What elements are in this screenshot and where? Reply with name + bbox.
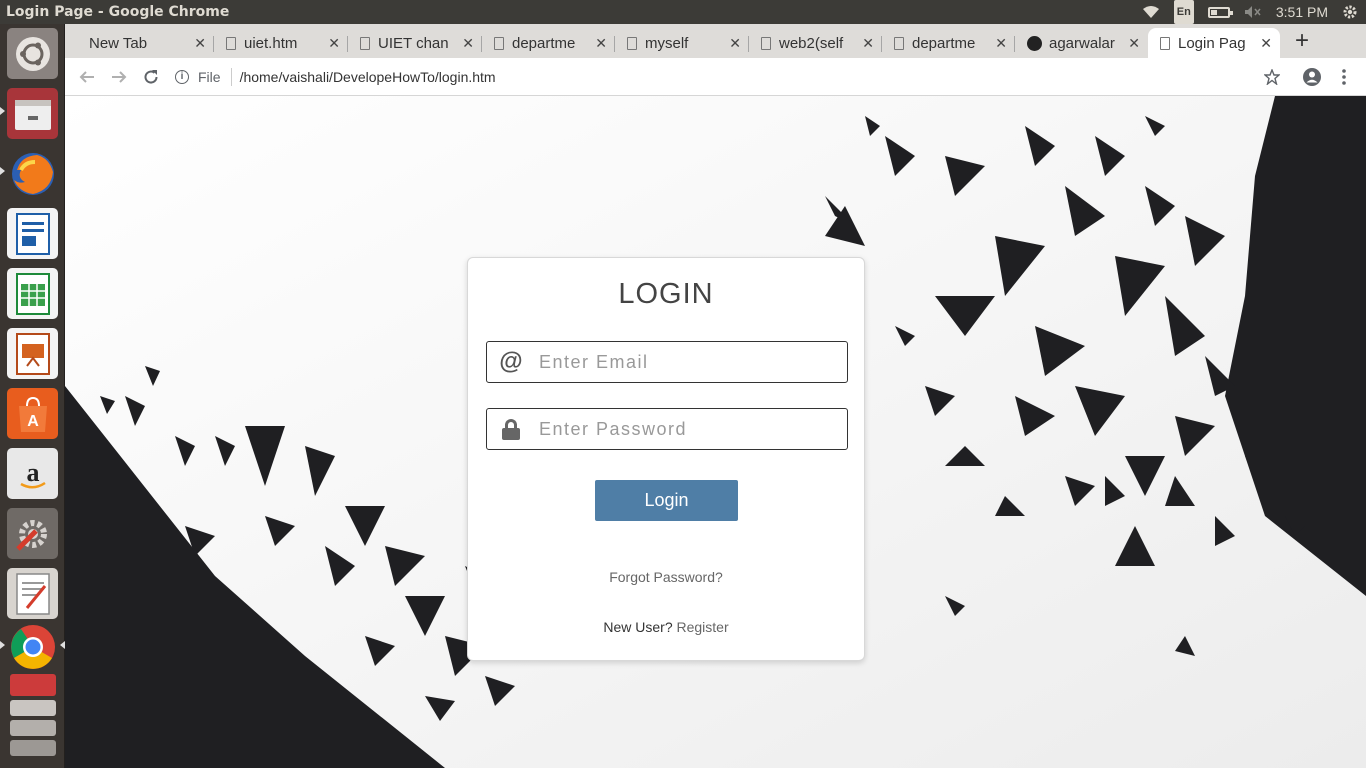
close-icon[interactable]: ✕: [194, 35, 206, 52]
writer-icon[interactable]: [7, 208, 58, 259]
close-icon[interactable]: ✕: [995, 35, 1007, 52]
tab-department-1[interactable]: departme ✕: [482, 28, 615, 58]
document-icon: [226, 36, 236, 50]
tab-label: uiet.htm: [244, 34, 298, 52]
login-card: LOGIN @ Login Forgot Password? New User?…: [467, 257, 865, 661]
password-field[interactable]: [486, 408, 848, 450]
clock[interactable]: 3:51 PM: [1276, 0, 1328, 24]
close-icon[interactable]: ✕: [328, 35, 340, 52]
tab-login-page[interactable]: Login Pag ✕: [1148, 28, 1280, 58]
system-settings-icon[interactable]: [7, 508, 58, 559]
tab-label: New Tab: [89, 34, 148, 52]
calc-icon[interactable]: [7, 268, 58, 319]
lock-icon: [487, 419, 535, 440]
document-icon: [360, 36, 370, 50]
new-user-row: New User? Register: [468, 619, 864, 635]
address-bar[interactable]: i File /home/vaishali/DevelopeHowTo/logi…: [175, 63, 496, 91]
browser-toolbar: i File /home/vaishali/DevelopeHowTo/logi…: [65, 58, 1366, 96]
login-button[interactable]: Login: [595, 480, 738, 521]
ubuntu-dash-icon[interactable]: [7, 28, 58, 79]
reload-icon[interactable]: [139, 65, 163, 89]
tab-new-tab[interactable]: New Tab ✕: [77, 28, 214, 58]
close-icon[interactable]: ✕: [595, 35, 607, 52]
document-icon: [494, 36, 504, 50]
document-icon: [627, 36, 637, 50]
close-icon[interactable]: ✕: [862, 35, 874, 52]
launcher: A a: [0, 24, 65, 768]
files-icon[interactable]: [7, 88, 58, 139]
password-input[interactable]: [535, 418, 835, 440]
volume-muted-icon[interactable]: [1244, 0, 1262, 24]
page-viewport: LOGIN @ Login Forgot Password? New User?…: [65, 96, 1366, 768]
at-sign-icon: @: [499, 348, 523, 375]
tab-web2[interactable]: web2(self ✕: [749, 28, 882, 58]
tab-myself[interactable]: myself ✕: [615, 28, 749, 58]
amazon-icon[interactable]: a: [7, 448, 58, 499]
tab-label: UIET chan: [378, 34, 449, 52]
keyboard-layout-indicator[interactable]: En: [1173, 0, 1194, 24]
register-link[interactable]: Register: [677, 619, 729, 635]
wifi-icon[interactable]: [1142, 0, 1160, 24]
tab-label: departme: [912, 34, 976, 52]
impress-icon[interactable]: [7, 328, 58, 379]
close-icon[interactable]: ✕: [1128, 35, 1140, 52]
email-field[interactable]: @: [486, 341, 848, 383]
window-title: Login Page - Google Chrome: [6, 4, 230, 20]
top-panel: Login Page - Google Chrome En 3:51 PM: [0, 0, 1366, 24]
forgot-password-link[interactable]: Forgot Password?: [468, 569, 864, 585]
close-icon[interactable]: ✕: [462, 35, 474, 52]
chrome-icon[interactable]: [7, 621, 58, 672]
back-arrow-icon[interactable]: [75, 65, 99, 89]
tab-label: agarwalar: [1049, 34, 1115, 52]
svg-text:a: a: [26, 458, 39, 487]
menu-kebab-icon[interactable]: [1332, 65, 1356, 89]
info-icon[interactable]: i: [175, 70, 189, 84]
document-icon: [761, 36, 771, 50]
close-icon[interactable]: ✕: [729, 35, 741, 52]
indicator-area: En 3:51 PM: [1142, 0, 1358, 24]
text-editor-icon[interactable]: [7, 568, 58, 619]
document-icon: [1160, 36, 1170, 50]
tab-label: web2(self: [779, 34, 844, 52]
login-title: LOGIN: [618, 278, 714, 310]
software-center-icon[interactable]: A: [7, 388, 58, 439]
tab-label: Login Pag: [1178, 34, 1246, 52]
new-tab-plus-icon[interactable]: +: [1289, 27, 1315, 54]
bookmark-star-icon[interactable]: [1260, 65, 1284, 89]
scheme-label: File: [198, 69, 221, 85]
tab-department-2[interactable]: departme ✕: [882, 28, 1015, 58]
tab-label: departme: [512, 34, 576, 52]
tab-uiet[interactable]: uiet.htm ✕: [214, 28, 348, 58]
firefox-icon[interactable]: [7, 148, 58, 199]
github-icon: [1027, 35, 1042, 51]
tab-strip: New Tab ✕ uiet.htm ✕ UIET chan ✕ departm…: [65, 24, 1366, 58]
battery-icon[interactable]: [1207, 0, 1233, 24]
new-user-label: New User?: [603, 619, 673, 635]
document-icon: [894, 36, 904, 50]
forward-arrow-icon[interactable]: [107, 65, 131, 89]
email-input[interactable]: [535, 351, 835, 373]
session-gear-icon[interactable]: [1342, 0, 1358, 24]
workspaces-icon[interactable]: [7, 674, 58, 758]
svg-text:A: A: [27, 413, 39, 430]
tab-uiet-chan[interactable]: UIET chan ✕: [348, 28, 482, 58]
profile-avatar-icon[interactable]: [1300, 65, 1324, 89]
tab-agarwalar[interactable]: agarwalar ✕: [1015, 28, 1148, 58]
close-icon[interactable]: ✕: [1260, 35, 1272, 52]
tab-label: myself: [645, 34, 689, 52]
url-text[interactable]: /home/vaishali/DevelopeHowTo/login.htm: [240, 69, 496, 85]
